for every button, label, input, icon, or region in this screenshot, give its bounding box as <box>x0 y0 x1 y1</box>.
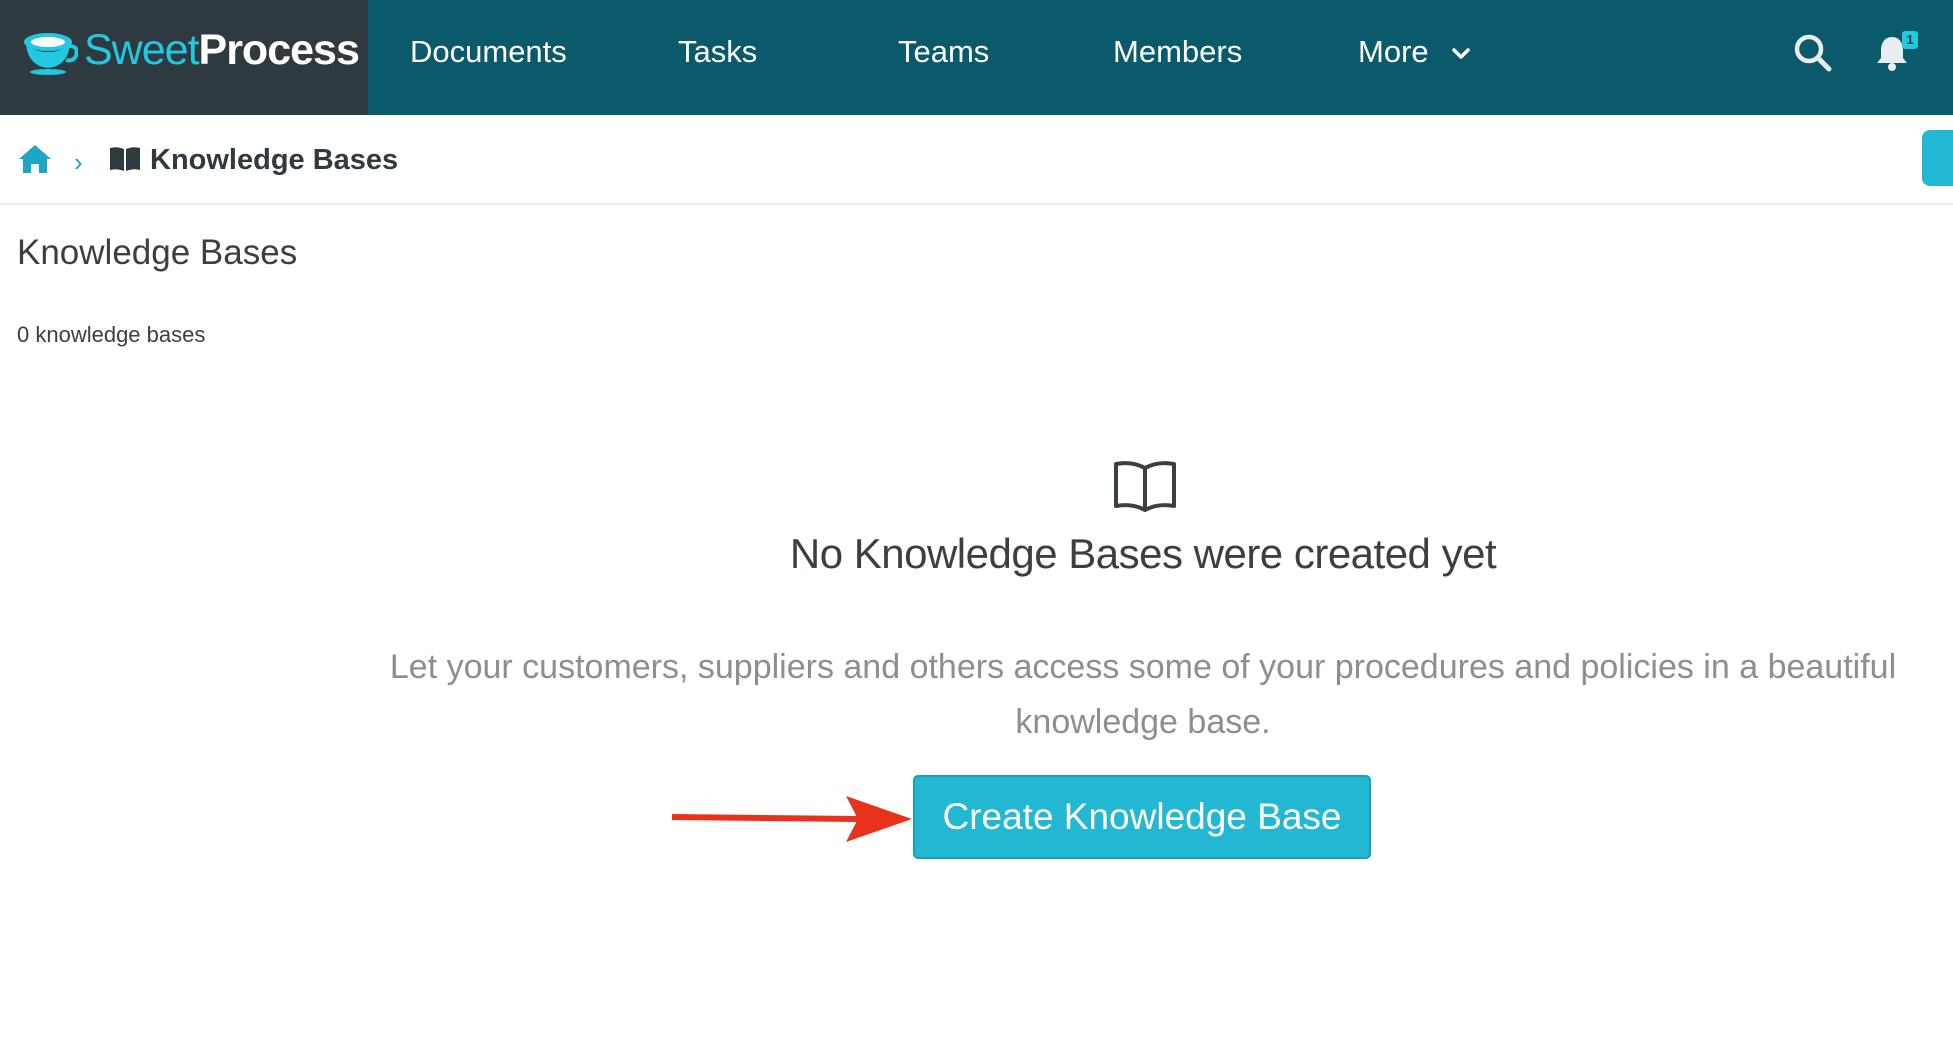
breadcrumb: › Knowledge Bases <box>0 115 1953 205</box>
brand-name-sweet: Sweet <box>84 26 200 74</box>
notification-badge: 1 <box>1902 31 1918 49</box>
search-icon[interactable] <box>1793 33 1833 73</box>
brand[interactable]: SweetProcess <box>0 0 368 115</box>
home-icon[interactable] <box>17 143 53 175</box>
nav-members[interactable]: Members <box>1113 30 1242 74</box>
teacup-logo-icon <box>24 33 78 75</box>
nav-more[interactable]: More <box>1358 30 1471 74</box>
page: SweetProcess Documents Tasks Teams Membe… <box>0 0 1953 1045</box>
nav-more-label: More <box>1358 34 1429 69</box>
brand-name: SweetProcess <box>84 26 360 75</box>
nav-tasks[interactable]: Tasks <box>678 30 757 74</box>
brand-name-process: Process <box>198 26 360 74</box>
book-icon <box>110 147 140 171</box>
empty-state-description: Let your customers, suppliers and others… <box>389 648 1897 741</box>
breadcrumb-separator: › <box>74 147 83 177</box>
nav-teams[interactable]: Teams <box>898 30 989 74</box>
nav-documents[interactable]: Documents <box>410 30 567 74</box>
chevron-down-icon <box>1452 48 1471 59</box>
red-arrow-pointer <box>672 796 912 842</box>
open-book-icon <box>1114 461 1176 512</box>
create-knowledge-base-button[interactable]: Create Knowledge Base <box>913 775 1371 859</box>
top-navbar: SweetProcess Documents Tasks Teams Membe… <box>0 0 1953 115</box>
empty-state-title: No Knowledge Bases were created yet <box>789 530 1497 577</box>
side-panel-tab[interactable] <box>1922 130 1953 186</box>
page-title: Knowledge Bases <box>17 233 298 272</box>
knowledge-base-count: 0 knowledge bases <box>17 322 206 347</box>
breadcrumb-current: Knowledge Bases <box>150 144 399 176</box>
